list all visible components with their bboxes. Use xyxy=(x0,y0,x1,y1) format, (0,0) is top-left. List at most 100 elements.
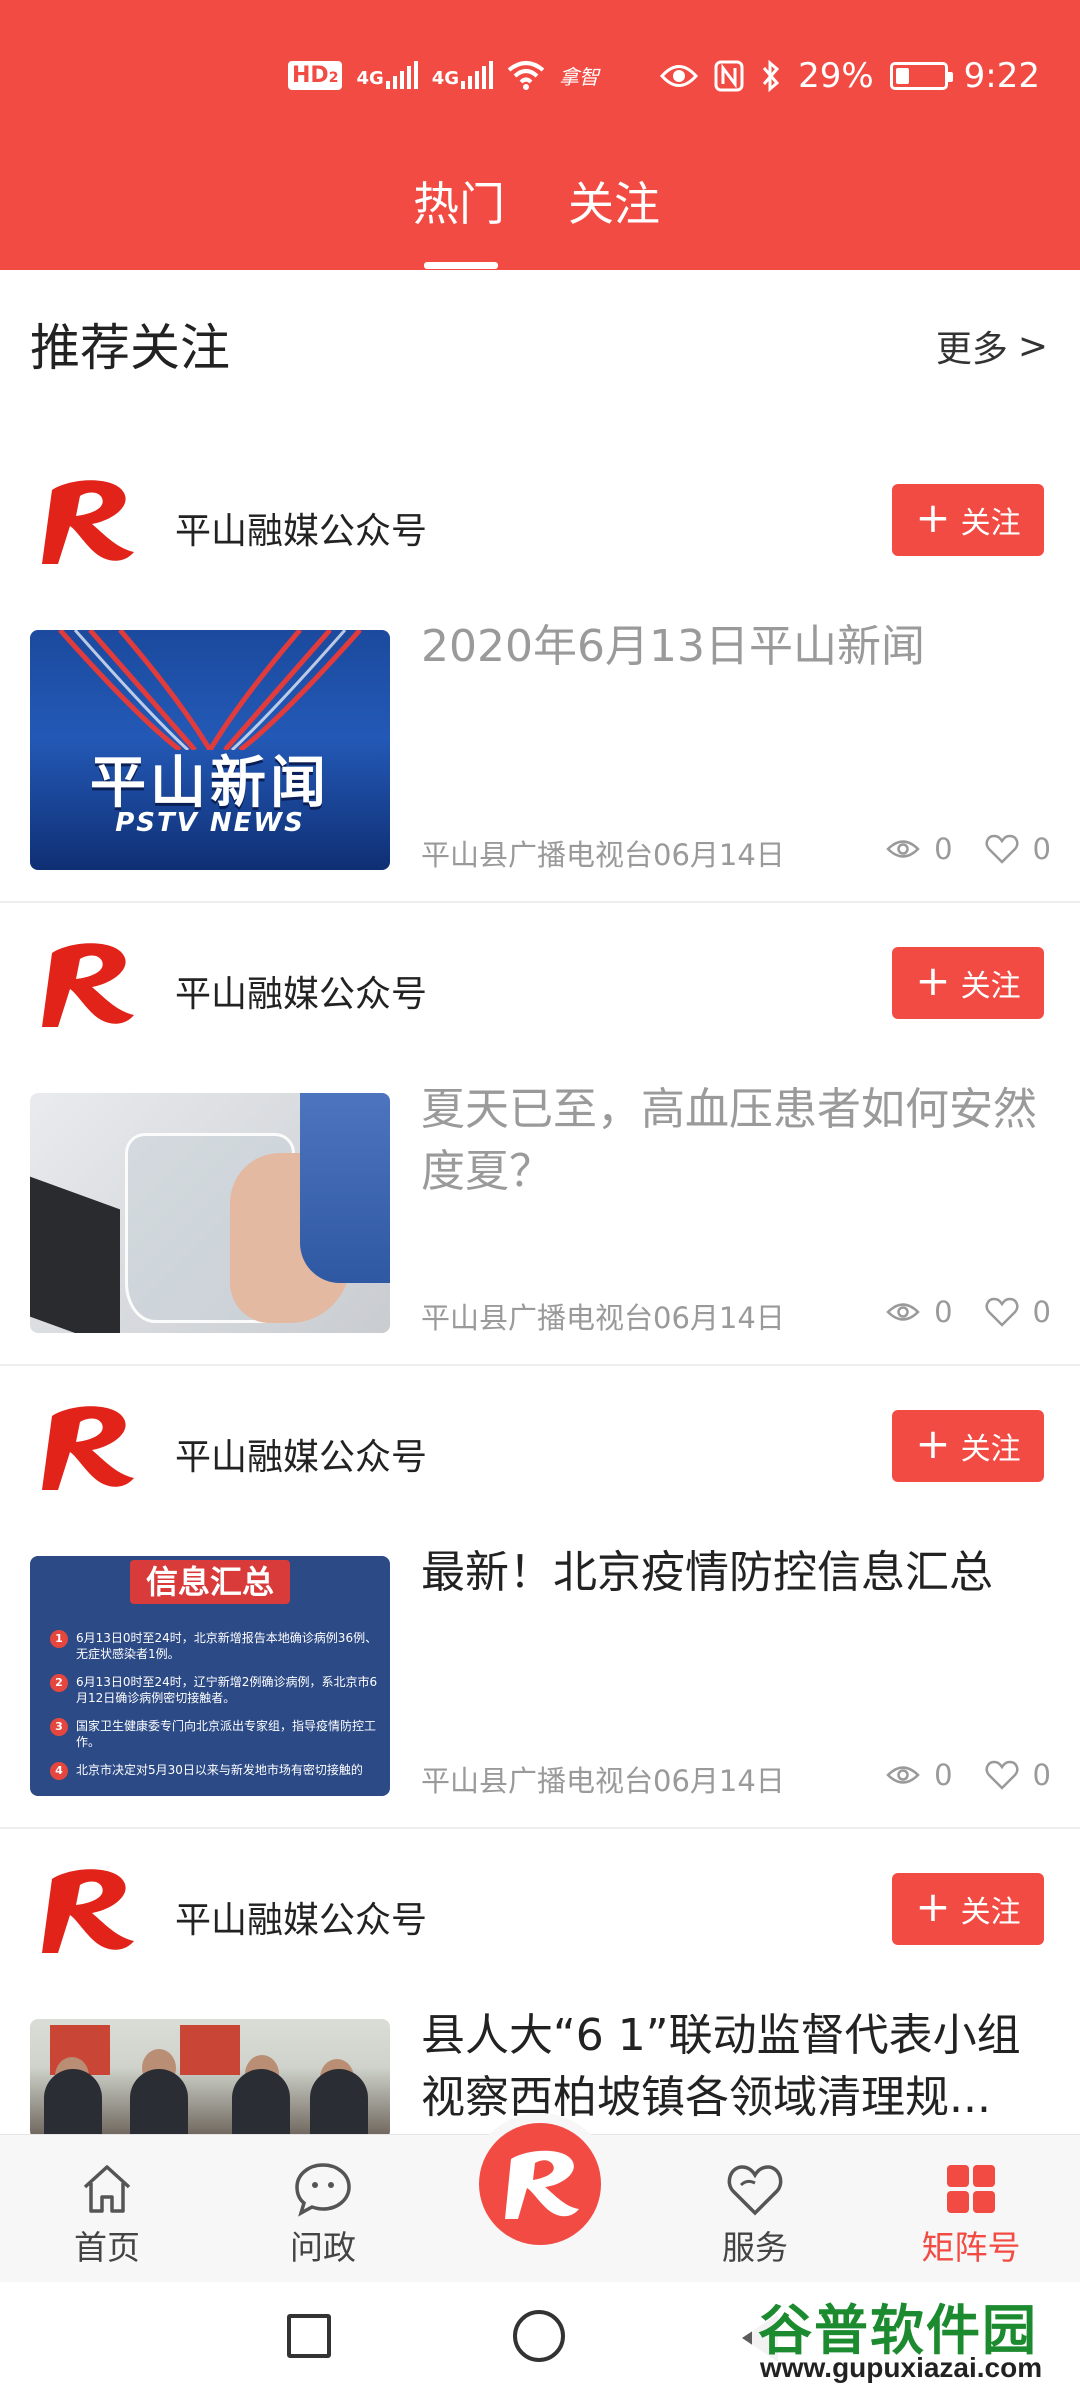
feed-card: 平山融媒公众号 + 关注 平山新闻 PSTV NEWS 2020年6月13日平山… xyxy=(0,440,1080,903)
account-name[interactable]: 平山融媒公众号 xyxy=(175,1891,427,1943)
signal-icon-2: 4G xyxy=(432,61,494,89)
nav-matrix[interactable]: 矩阵号 xyxy=(906,2161,1036,2269)
account-logo-icon[interactable] xyxy=(30,1857,145,1967)
nav-center-button[interactable] xyxy=(479,2123,601,2245)
thumbnail-info-list: 1 6月13日0时至24时，北京新增报告本地确诊病例36例、无症状感染者1例。 2… xyxy=(50,1630,380,1790)
eye-icon xyxy=(886,840,920,858)
bottom-nav: 首页 问政 服务 矩阵号 xyxy=(0,2123,1080,2282)
heart-icon[interactable] xyxy=(985,834,1019,864)
nav-label: 问政 xyxy=(290,2228,356,2267)
more-link[interactable]: 更多 > xyxy=(936,320,1048,372)
follow-button[interactable]: + 关注 xyxy=(892,484,1044,556)
article-feed[interactable]: 平山融媒公众号 + 关注 平山新闻 PSTV NEWS 2020年6月13日平山… xyxy=(0,440,1080,2135)
article-title[interactable]: 夏天已至，高血压患者如何安然度夏？ xyxy=(421,1079,1051,1203)
account-logo-icon[interactable] xyxy=(30,931,145,1041)
article-thumbnail[interactable] xyxy=(30,1093,390,1333)
signal-icon-1: 4G xyxy=(356,61,418,89)
feed-card: 平山融媒公众号 + 关注 夏天已至，高血压患者如何安然度夏？ 平山县广播电视台0… xyxy=(0,903,1080,1366)
thumbnail-banner: 信息汇总 xyxy=(130,1560,290,1604)
article-title[interactable]: 县人大“6 1”联动监督代表小组视察西柏坡镇各领域清理规... xyxy=(421,2005,1051,2129)
feed-card: 平山融媒公众号 + 关注 信息汇总 1 6月13日0时至24时，北京新增报告本地确… xyxy=(0,1366,1080,1829)
laptop-graphic xyxy=(30,1176,120,1333)
banner-graphic xyxy=(180,2025,240,2075)
wifi-icon xyxy=(507,61,545,90)
view-count: 0 xyxy=(934,832,953,866)
account-logo-icon[interactable] xyxy=(30,1394,145,1504)
status-bar: HD2 4G 4G 拿智 29% 9:22 xyxy=(0,56,1080,106)
article-thumbnail[interactable]: 信息汇总 1 6月13日0时至24时，北京新增报告本地确诊病例36例、无症状感染者… xyxy=(30,1556,390,1796)
thumbnail-title: 平山新闻 xyxy=(90,751,330,816)
nav-label: 首页 xyxy=(74,2228,140,2267)
follow-label: 关注 xyxy=(960,1895,1021,1930)
plus-icon: + xyxy=(915,493,951,542)
follow-button[interactable]: + 关注 xyxy=(892,1410,1044,1482)
heart-icon[interactable] xyxy=(985,1297,1019,1327)
home-icon xyxy=(83,2165,131,2213)
app-header: HD2 4G 4G 拿智 29% 9:22 热门 关注 xyxy=(0,0,1080,270)
tab-follow[interactable]: 关注 xyxy=(568,168,660,234)
follow-button[interactable]: + 关注 xyxy=(892,947,1044,1019)
article-meta: 平山县广播电视台06月14日 0 0 xyxy=(421,832,1051,872)
article-title[interactable]: 2020年6月13日平山新闻 xyxy=(421,616,1051,678)
like-count: 0 xyxy=(1032,832,1051,866)
article-title[interactable]: 最新！北京疫情防控信息汇总 xyxy=(421,1542,1051,1604)
chevron-right-icon: > xyxy=(1017,325,1048,367)
hd-voice-icon: HD2 xyxy=(288,60,343,90)
person-graphic xyxy=(310,2069,368,2135)
person-graphic xyxy=(130,2069,188,2135)
battery-percent: 29% xyxy=(798,56,874,96)
person-graphic xyxy=(232,2069,290,2135)
eye-icon xyxy=(886,1766,920,1784)
follow-label: 关注 xyxy=(960,969,1021,1004)
heart-icon xyxy=(727,2165,783,2216)
carrier-note: 拿智 xyxy=(559,64,600,89)
nav-label: 矩阵号 xyxy=(921,2228,1021,2267)
article-source-date: 平山县广播电视台06月14日 xyxy=(421,1301,785,1335)
recents-button[interactable] xyxy=(287,2314,331,2358)
account-name[interactable]: 平山融媒公众号 xyxy=(175,965,427,1017)
home-button[interactable] xyxy=(513,2310,565,2362)
battery-fill xyxy=(895,68,909,84)
app-logo-icon xyxy=(505,2150,579,2219)
tab-hot[interactable]: 热门 xyxy=(413,168,505,234)
like-count: 0 xyxy=(1032,1758,1051,1792)
person-graphic xyxy=(44,2069,102,2135)
follow-label: 关注 xyxy=(960,506,1021,541)
news-stripes-graphic xyxy=(58,630,362,750)
thumbnail-subtitle: PSTV NEWS xyxy=(115,808,305,838)
article-source-date: 平山县广播电视台06月14日 xyxy=(421,1764,785,1798)
account-name[interactable]: 平山融媒公众号 xyxy=(175,502,427,554)
nav-wenzheng[interactable]: 问政 xyxy=(258,2161,388,2269)
bluetooth-icon xyxy=(762,59,780,93)
nav-label: 服务 xyxy=(722,2228,788,2267)
article-source-date: 平山县广播电视台06月14日 xyxy=(421,838,785,872)
grid-icon xyxy=(947,2165,995,2213)
article-stats: 0 0 xyxy=(868,832,1051,866)
plus-icon: + xyxy=(915,1882,951,1931)
info-item: 1 6月13日0时至24时，北京新增报告本地确诊病例36例、无症状感染者1例。 xyxy=(50,1630,380,1662)
heart-icon[interactable] xyxy=(985,1760,1019,1790)
view-count: 0 xyxy=(934,1758,953,1792)
more-label: 更多 xyxy=(935,329,1008,370)
active-tab-indicator xyxy=(424,262,498,269)
watermark-url: www.gupuxiazai.com xyxy=(760,2352,1043,2383)
article-meta: 平山县广播电视台06月14日 0 0 xyxy=(421,1758,1051,1798)
article-thumbnail[interactable] xyxy=(30,2019,390,2135)
battery-icon xyxy=(889,62,953,90)
eye-icon xyxy=(886,1303,920,1321)
nav-home[interactable]: 首页 xyxy=(42,2161,172,2269)
watermark: 谷普软件园 www.gupuxiazai.com xyxy=(752,2286,1078,2394)
top-tab-bar: 热门 关注 xyxy=(0,168,1080,270)
sleeve-graphic xyxy=(300,1093,390,1283)
plus-icon: + xyxy=(915,956,951,1005)
nav-service[interactable]: 服务 xyxy=(690,2161,820,2269)
eye-comfort-icon xyxy=(660,65,699,87)
follow-button[interactable]: + 关注 xyxy=(892,1873,1044,1945)
article-thumbnail[interactable]: 平山新闻 PSTV NEWS xyxy=(30,630,390,870)
account-name[interactable]: 平山融媒公众号 xyxy=(175,1428,427,1480)
chat-icon xyxy=(295,2163,351,2217)
article-meta: 平山县广播电视台06月14日 0 0 xyxy=(421,1295,1051,1335)
feed-card: 平山融媒公众号 + 关注 县人大“6 1”联动监督代表小组视察西柏坡镇各领域清理… xyxy=(0,1829,1080,2135)
account-logo-icon[interactable] xyxy=(30,468,145,578)
status-right: 29% 9:22 xyxy=(660,56,1040,96)
